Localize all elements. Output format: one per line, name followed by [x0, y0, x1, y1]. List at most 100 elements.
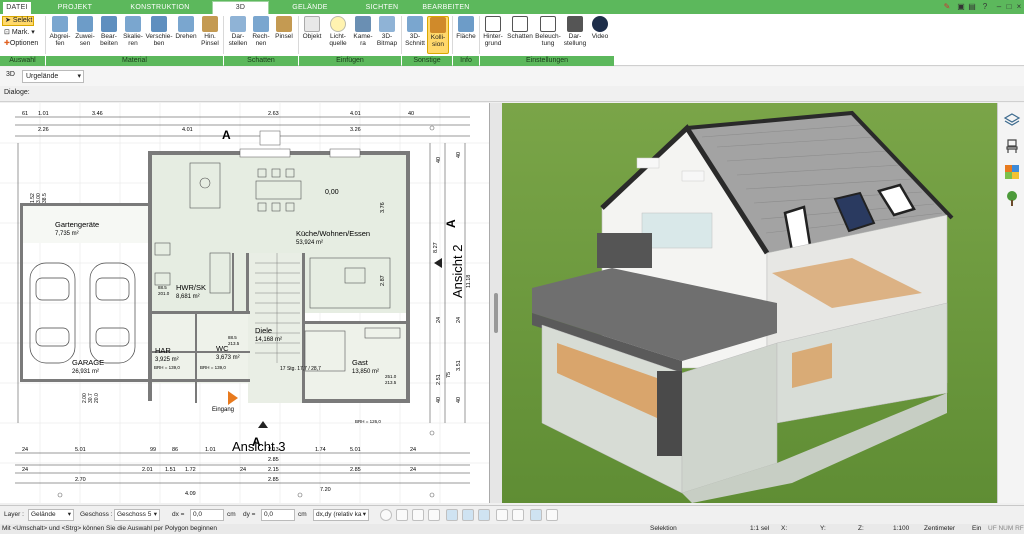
table-icon[interactable]	[496, 509, 508, 521]
splitter-handle[interactable]	[494, 293, 498, 333]
group-label-info: Info	[453, 56, 479, 66]
dx-input[interactable]: 0,0	[190, 509, 224, 521]
3d-view[interactable]	[502, 103, 997, 503]
maximize-icon[interactable]: □	[1004, 2, 1014, 12]
dim-top2-3: 3.26	[350, 127, 361, 133]
status-selection: 1:1 sel	[750, 525, 770, 532]
objekt-button[interactable]: Objekt	[300, 16, 324, 40]
dim-right-11: 40	[436, 397, 442, 403]
coord-mode-select[interactable]: dx,dy (relativ ka ▾	[313, 509, 369, 521]
dim-bot-1: 24	[22, 447, 28, 453]
chevron-down-icon: ▾	[362, 511, 366, 518]
skalieren-button[interactable]: Skalie- ren	[121, 16, 145, 47]
minimize-icon[interactable]: –	[994, 2, 1004, 12]
beleuchtung-button[interactable]: Beleuch- tung	[535, 16, 561, 47]
selekt-button[interactable]: ➤ Selekt	[2, 16, 34, 26]
snap-icon[interactable]	[428, 509, 440, 521]
help-icon[interactable]: ?	[980, 2, 990, 12]
video-button[interactable]: Video	[589, 16, 611, 40]
grid-icon[interactable]	[546, 509, 558, 521]
darstellen-button[interactable]: Dar- stellen	[226, 16, 250, 47]
view-arrow-right-icon	[434, 258, 442, 268]
drehen-button[interactable]: Drehen	[173, 16, 199, 40]
kollision-button[interactable]: Kolli- sion	[427, 16, 449, 54]
dx-label: dx =	[172, 511, 185, 518]
brh-label-2: BRH = 139,0	[200, 365, 226, 370]
assign-icon	[77, 16, 93, 32]
hatch-icon[interactable]	[512, 509, 524, 521]
tab-3d[interactable]: 3D	[212, 1, 269, 14]
north-icon[interactable]	[530, 509, 542, 521]
flaeche-button[interactable]: Fläche	[455, 16, 477, 40]
dim-bot3-4: 1.72	[185, 467, 196, 473]
status-hint: Mit <Umschalt> und <Strg> können Sie die…	[2, 525, 217, 532]
darstellung-button[interactable]: Dar- stellung	[563, 16, 587, 47]
clipboard-icon[interactable]: ▣	[956, 2, 966, 12]
ribbon-tab-bar: DATEI PROJEKT KONSTRUKTION 3D GELÄNDE SI…	[0, 0, 1024, 14]
chevron-down-icon: ▾	[77, 73, 81, 80]
kamera-button[interactable]: Kame- ra	[352, 16, 374, 47]
3d-bitmap-button[interactable]: 3D- Bitmap	[375, 16, 399, 47]
floor-plan-drawing[interactable]: A A A Gartengeräte 7,735 m² Küche/Wohnen…	[0, 103, 490, 503]
level-label: 0,00	[325, 189, 339, 196]
tab-konstruktion[interactable]: KONSTRUKTION	[130, 2, 190, 14]
status-z: Z:	[858, 525, 864, 532]
tab-bearbeiten[interactable]: BEARBEITEN	[420, 2, 472, 14]
3d-house-rendering[interactable]	[502, 103, 997, 503]
tab-sichten[interactable]: SICHTEN	[362, 2, 402, 14]
tree-icon[interactable]	[1003, 189, 1021, 207]
room-hwr: HWR/SK	[176, 283, 206, 292]
room-diele-area: 14,168 m²	[255, 337, 282, 343]
group-label-auswahl: Auswahl	[0, 56, 45, 66]
floor-plan-view[interactable]: A A A Gartengeräte 7,735 m² Küche/Wohnen…	[0, 103, 490, 503]
layer-select[interactable]: Gelände ▾	[28, 509, 74, 521]
dim-left-3: 38.5	[42, 193, 48, 203]
tab-projekt[interactable]: PROJEKT	[55, 2, 95, 14]
chair-icon[interactable]	[1003, 137, 1021, 155]
line-icon[interactable]	[462, 509, 474, 521]
room-gast-area: 13,850 m²	[352, 369, 379, 375]
section-mark-right: A	[444, 219, 458, 228]
schatten-pinsel-button[interactable]: Pinsel	[272, 16, 296, 40]
dy-label: dy =	[243, 511, 256, 518]
dim-bot4-1: 2.70	[75, 477, 86, 483]
verschieben-button[interactable]: Verschie- ben	[145, 16, 173, 47]
dy-input[interactable]: 0,0	[261, 509, 295, 521]
brush-icon	[202, 16, 218, 32]
schatten-einst-button[interactable]: Schatten	[506, 16, 534, 40]
geschoss-select[interactable]: Geschoss 5 ▾	[114, 509, 160, 521]
dim-right-10: 40	[456, 397, 462, 403]
dim-right-12: 24	[436, 317, 442, 323]
bearbeiten-button[interactable]: Bear- beiten	[97, 16, 121, 47]
mark-button[interactable]: ⊡ Mark. ▾	[4, 28, 35, 36]
3d-schnitt-button[interactable]: 3D- Schnitt	[404, 16, 426, 47]
clock-icon[interactable]	[380, 509, 392, 521]
dim-top-6: 40	[408, 111, 414, 117]
window-icon[interactable]: ▤	[967, 2, 977, 12]
monitor-icon[interactable]	[396, 509, 408, 521]
material-palette-icon[interactable]	[1003, 163, 1021, 181]
status-bar: Mit <Umschalt> und <Strg> können Sie die…	[0, 524, 1024, 534]
angle-icon[interactable]	[446, 509, 458, 521]
print-icon[interactable]	[412, 509, 424, 521]
layers-icon[interactable]	[1003, 111, 1021, 129]
entrance-arrow-icon	[228, 391, 238, 405]
close-icon[interactable]: ×	[1014, 2, 1024, 12]
plane-icon[interactable]	[478, 509, 490, 521]
hin-pinsel-button[interactable]: Hin. Pinsel	[199, 16, 221, 47]
chevron-down-icon: ▾	[67, 511, 71, 518]
optionen-button[interactable]: ✚Optionen	[4, 39, 38, 47]
abgreifen-button[interactable]: Abgrei- fen	[48, 16, 72, 47]
ansicht-2-label: Ansicht 2	[450, 245, 465, 298]
hintergrund-button[interactable]: Hinter- grund	[481, 16, 505, 47]
tab-gelaende[interactable]: GELÄNDE	[290, 2, 330, 14]
rechnen-button[interactable]: Rech- nen	[250, 16, 272, 47]
pin-icon[interactable]: ✎	[942, 2, 952, 12]
zuweisen-button[interactable]: Zuwei- sen	[73, 16, 97, 47]
lichtquelle-button[interactable]: Licht- quelle	[326, 16, 350, 47]
dim-bot3-6: 2.15	[268, 467, 279, 473]
tab-datei[interactable]: DATEI	[3, 2, 31, 14]
pane-splitter[interactable]	[490, 103, 502, 503]
dim-bot2-1: 2.85	[268, 457, 279, 463]
terrain-select[interactable]: Urgelände ▾	[22, 70, 84, 83]
